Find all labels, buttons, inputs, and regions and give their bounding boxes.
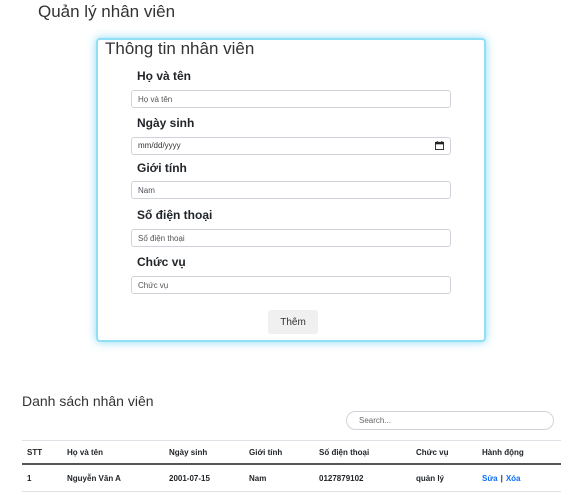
delete-link[interactable]: Xóa [506,474,521,483]
cell-phone: 0127879102 [319,473,364,483]
birth-date-input[interactable]: mm/dd/yyyy [131,137,451,155]
calendar-icon[interactable] [435,141,444,150]
gender-label: Giới tính [137,161,187,175]
cell-position: quản lý [416,473,445,483]
cell-dob: 2001-07-15 [169,473,210,483]
employee-form: Thông tin nhân viên Họ và tên Ngày sinh … [96,38,486,342]
cell-gender: Nam [249,473,267,483]
cell-name: Nguyễn Văn A [67,473,121,483]
column-header-gender: Giới tính [249,447,283,457]
full-name-input[interactable] [131,90,451,108]
search-input[interactable] [346,411,554,430]
phone-input[interactable] [131,229,451,247]
action-separator: | [500,473,503,483]
table-row: 1 Nguyễn Văn A 2001-07-15 Nam 0127879102… [22,464,561,492]
list-title: Danh sách nhân viên [22,393,154,409]
cell-stt: 1 [27,473,32,483]
position-input[interactable] [131,276,451,294]
birth-date-label: Ngày sinh [137,116,195,130]
position-label: Chức vụ [137,255,186,269]
gender-input[interactable] [131,181,451,199]
column-header-name: Họ và tên [67,447,104,457]
phone-label: Số điện thoại [137,208,213,222]
table-header-row: STT Họ và tên Ngày sinh Giới tính Số điệ… [22,440,561,464]
employee-table: STT Họ và tên Ngày sinh Giới tính Số điệ… [22,440,561,492]
column-header-phone: Số điện thoại [319,447,370,457]
cell-actions: Sửa | Xóa [477,464,561,492]
column-header-position: Chức vụ [416,447,449,457]
birth-date-value: mm/dd/yyyy [138,141,181,150]
page-title: Quản lý nhân viên [38,2,176,21]
add-button[interactable]: Thêm [268,310,318,334]
column-header-stt: STT [27,447,43,457]
column-header-actions: Hành động [482,447,524,457]
form-title: Thông tin nhân viên [105,39,255,58]
edit-link[interactable]: Sửa [482,474,498,483]
column-header-dob: Ngày sinh [169,447,208,457]
full-name-label: Họ và tên [137,69,192,83]
